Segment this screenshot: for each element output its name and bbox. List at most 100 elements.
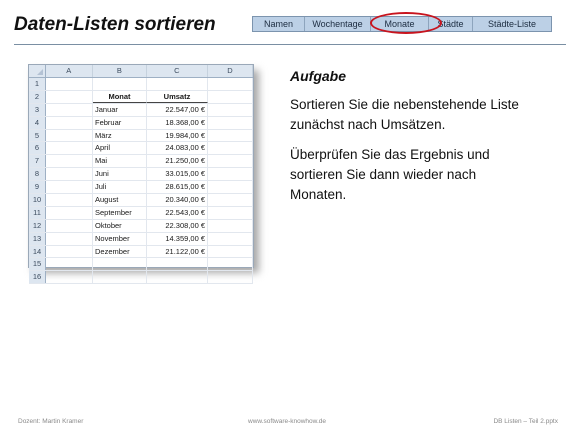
month-cell[interactable]: Mai [93,155,147,168]
task-instruction-1: Sortieren Sie die nebenstehende Liste zu… [290,97,519,132]
sales-cell[interactable]: 19.984,00 € [147,129,208,142]
cell-d[interactable] [208,168,253,181]
row-number[interactable]: 3 [29,103,46,116]
column-header-c[interactable]: C [147,65,208,77]
tab-weekdays[interactable]: Wochentage [305,17,371,31]
cell-d[interactable] [208,206,253,219]
row-number[interactable]: 11 [29,206,46,219]
column-header-b[interactable]: B [93,65,147,77]
column-header-d[interactable]: D [208,65,253,77]
month-cell[interactable]: Oktober [93,219,147,232]
sales-cell[interactable]: 18.368,00 € [147,116,208,129]
tab-city-list[interactable]: Städte-Liste [473,17,551,31]
cell-a[interactable] [46,232,93,245]
row-number[interactable]: 1 [29,78,46,90]
cell-a[interactable] [46,103,93,116]
cell-d[interactable] [208,181,253,194]
cell-d[interactable] [208,116,253,129]
cell-a[interactable] [46,219,93,232]
cell-d[interactable] [208,155,253,168]
sales-cell[interactable]: 33.015,00 € [147,168,208,181]
cell-a[interactable] [46,271,93,284]
cell-c[interactable] [147,258,208,271]
cell-b[interactable] [93,271,147,284]
row-number[interactable]: 2 [29,90,46,103]
month-cell[interactable]: September [93,206,147,219]
month-header-cell[interactable]: Monat [93,90,147,103]
table-row: 2 Monat Umsatz [29,90,253,104]
month-cell[interactable]: Januar [93,103,147,116]
cell-a[interactable] [46,129,93,142]
month-cell[interactable]: März [93,129,147,142]
month-cell[interactable]: April [93,142,147,155]
row-number[interactable]: 5 [29,129,46,142]
cell-c[interactable] [147,271,208,284]
sales-cell[interactable]: 22.547,00 € [147,103,208,116]
select-all-corner[interactable] [29,65,46,77]
sales-cell[interactable]: 21.122,00 € [147,245,208,258]
month-cell[interactable]: Juni [93,168,147,181]
row-number[interactable]: 9 [29,181,46,194]
month-cell[interactable]: August [93,194,147,206]
cell-b[interactable] [93,258,147,271]
cell-d[interactable] [208,232,253,245]
row-number[interactable]: 7 [29,155,46,168]
sales-header-cell[interactable]: Umsatz [147,90,208,103]
row-number[interactable]: 4 [29,116,46,129]
cell-d[interactable] [208,245,253,258]
cell-d[interactable] [208,103,253,116]
cell-d[interactable] [208,271,253,284]
table-row: 15 [29,258,253,272]
cell-d[interactable] [208,258,253,271]
cell-a[interactable] [46,194,93,206]
cell-d[interactable] [208,194,253,206]
month-cell[interactable]: Dezember [93,245,147,258]
active-tab-highlight-ring [370,12,442,34]
sales-cell[interactable]: 28.615,00 € [147,181,208,194]
sales-cell[interactable]: 24.083,00 € [147,142,208,155]
sales-cell[interactable]: 14.359,00 € [147,232,208,245]
cell-a[interactable] [46,142,93,155]
row-number[interactable]: 12 [29,219,46,232]
row-number[interactable]: 6 [29,142,46,155]
cell-c[interactable] [147,78,208,90]
cell-a[interactable] [46,168,93,181]
row-number[interactable]: 13 [29,232,46,245]
month-cell[interactable]: Juli [93,181,147,194]
cell-a[interactable] [46,181,93,194]
table-row: 12 Oktober 22.308,00 € [29,219,253,233]
spreadsheet: A B C D 1 2 Monat Umsatz 3 Januar 22.547,00 € 4… [28,64,254,285]
row-number[interactable]: 15 [29,258,46,271]
cell-a[interactable] [46,155,93,168]
sales-cell[interactable]: 20.340,00 € [147,194,208,206]
cell-a[interactable] [46,116,93,129]
tab-names[interactable]: Namen [253,17,305,31]
cell-a[interactable] [46,245,93,258]
month-cell[interactable]: November [93,232,147,245]
cell-d[interactable] [208,90,253,103]
cell-d[interactable] [208,219,253,232]
month-cell[interactable]: Februar [93,116,147,129]
cell-d[interactable] [208,78,253,90]
sales-cell[interactable]: 22.543,00 € [147,206,208,219]
cell-a[interactable] [46,206,93,219]
column-header-a[interactable]: A [46,65,93,77]
sales-cell[interactable]: 22.308,00 € [147,219,208,232]
cell-a[interactable] [46,258,93,271]
table-row: 7 Mai 21.250,00 € [29,155,253,169]
sales-cell[interactable]: 21.250,00 € [147,155,208,168]
footer-author: Dozent: Martin Kramer [18,418,84,425]
cell-d[interactable] [208,129,253,142]
footer-filename: DB Listen – Teil 2.pptx [493,418,558,425]
spreadsheet-body: 1 2 Monat Umsatz 3 Januar 22.547,00 €4 Februar 1… [29,78,253,285]
cell-d[interactable] [208,142,253,155]
cell-a[interactable] [46,90,93,103]
cell-b[interactable] [93,78,147,90]
row-number[interactable]: 14 [29,245,46,258]
task-instruction-2: Überprüfen Sie das Ergebnis und sortiere… [290,147,490,202]
row-number[interactable]: 8 [29,168,46,181]
table-row: 10 August 20.340,00 € [29,194,253,207]
row-number[interactable]: 16 [29,271,46,284]
row-number[interactable]: 10 [29,194,46,206]
cell-a[interactable] [46,78,93,90]
